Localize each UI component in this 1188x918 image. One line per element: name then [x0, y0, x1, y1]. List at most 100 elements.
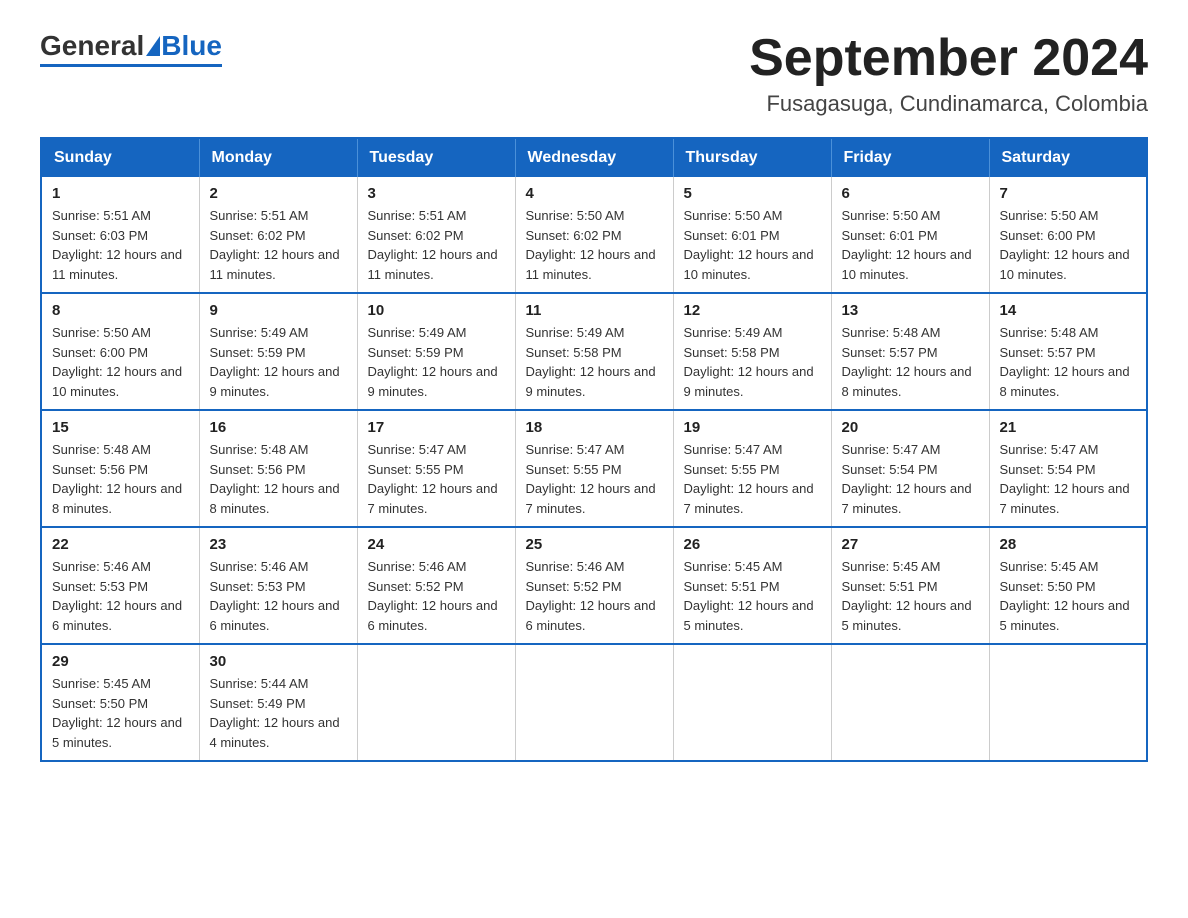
calendar-day-cell: 3 Sunrise: 5:51 AM Sunset: 6:02 PM Dayli… — [357, 177, 515, 293]
calendar-header-row: SundayMondayTuesdayWednesdayThursdayFrid… — [41, 138, 1147, 177]
calendar-week-row: 15 Sunrise: 5:48 AM Sunset: 5:56 PM Dayl… — [41, 410, 1147, 527]
calendar-header-sunday: Sunday — [41, 138, 199, 177]
day-number: 29 — [52, 653, 189, 670]
calendar-day-cell: 13 Sunrise: 5:48 AM Sunset: 5:57 PM Dayl… — [831, 293, 989, 410]
calendar-table: SundayMondayTuesdayWednesdayThursdayFrid… — [40, 137, 1148, 762]
calendar-week-row: 22 Sunrise: 5:46 AM Sunset: 5:53 PM Dayl… — [41, 527, 1147, 644]
calendar-day-cell: 25 Sunrise: 5:46 AM Sunset: 5:52 PM Dayl… — [515, 527, 673, 644]
calendar-header-thursday: Thursday — [673, 138, 831, 177]
day-number: 9 — [210, 302, 347, 319]
day-info: Sunrise: 5:51 AM Sunset: 6:02 PM Dayligh… — [368, 206, 505, 284]
title-area: September 2024 Fusagasuga, Cundinamarca,… — [749, 30, 1148, 117]
logo-triangle-icon — [146, 36, 160, 56]
day-info: Sunrise: 5:50 AM Sunset: 6:00 PM Dayligh… — [1000, 206, 1137, 284]
calendar-day-cell: 8 Sunrise: 5:50 AM Sunset: 6:00 PM Dayli… — [41, 293, 199, 410]
calendar-day-cell: 2 Sunrise: 5:51 AM Sunset: 6:02 PM Dayli… — [199, 177, 357, 293]
logo-blue: Blue — [161, 30, 222, 62]
calendar-header-saturday: Saturday — [989, 138, 1147, 177]
day-number: 3 — [368, 185, 505, 202]
day-info: Sunrise: 5:50 AM Sunset: 6:01 PM Dayligh… — [684, 206, 821, 284]
calendar-day-cell — [989, 644, 1147, 761]
day-number: 24 — [368, 536, 505, 553]
day-info: Sunrise: 5:50 AM Sunset: 6:02 PM Dayligh… — [526, 206, 663, 284]
calendar-day-cell: 21 Sunrise: 5:47 AM Sunset: 5:54 PM Dayl… — [989, 410, 1147, 527]
calendar-day-cell: 6 Sunrise: 5:50 AM Sunset: 6:01 PM Dayli… — [831, 177, 989, 293]
day-info: Sunrise: 5:51 AM Sunset: 6:02 PM Dayligh… — [210, 206, 347, 284]
day-info: Sunrise: 5:48 AM Sunset: 5:56 PM Dayligh… — [210, 440, 347, 518]
day-info: Sunrise: 5:47 AM Sunset: 5:54 PM Dayligh… — [1000, 440, 1137, 518]
calendar-day-cell: 4 Sunrise: 5:50 AM Sunset: 6:02 PM Dayli… — [515, 177, 673, 293]
day-info: Sunrise: 5:50 AM Sunset: 6:00 PM Dayligh… — [52, 323, 189, 401]
calendar-day-cell: 20 Sunrise: 5:47 AM Sunset: 5:54 PM Dayl… — [831, 410, 989, 527]
calendar-week-row: 29 Sunrise: 5:45 AM Sunset: 5:50 PM Dayl… — [41, 644, 1147, 761]
logo-general: General — [40, 30, 144, 62]
day-info: Sunrise: 5:47 AM Sunset: 5:55 PM Dayligh… — [684, 440, 821, 518]
calendar-day-cell: 14 Sunrise: 5:48 AM Sunset: 5:57 PM Dayl… — [989, 293, 1147, 410]
day-info: Sunrise: 5:49 AM Sunset: 5:58 PM Dayligh… — [684, 323, 821, 401]
calendar-day-cell: 10 Sunrise: 5:49 AM Sunset: 5:59 PM Dayl… — [357, 293, 515, 410]
day-number: 30 — [210, 653, 347, 670]
day-info: Sunrise: 5:51 AM Sunset: 6:03 PM Dayligh… — [52, 206, 189, 284]
day-info: Sunrise: 5:46 AM Sunset: 5:52 PM Dayligh… — [368, 557, 505, 635]
day-info: Sunrise: 5:49 AM Sunset: 5:59 PM Dayligh… — [210, 323, 347, 401]
day-info: Sunrise: 5:46 AM Sunset: 5:53 PM Dayligh… — [210, 557, 347, 635]
day-info: Sunrise: 5:46 AM Sunset: 5:52 PM Dayligh… — [526, 557, 663, 635]
day-info: Sunrise: 5:48 AM Sunset: 5:57 PM Dayligh… — [1000, 323, 1137, 401]
calendar-header-tuesday: Tuesday — [357, 138, 515, 177]
calendar-day-cell: 27 Sunrise: 5:45 AM Sunset: 5:51 PM Dayl… — [831, 527, 989, 644]
day-number: 14 — [1000, 302, 1137, 319]
day-number: 10 — [368, 302, 505, 319]
day-info: Sunrise: 5:47 AM Sunset: 5:55 PM Dayligh… — [526, 440, 663, 518]
logo-text: General Blue — [40, 30, 222, 62]
day-number: 13 — [842, 302, 979, 319]
day-number: 11 — [526, 302, 663, 319]
main-title: September 2024 — [749, 30, 1148, 87]
logo: General Blue — [40, 30, 222, 67]
day-info: Sunrise: 5:50 AM Sunset: 6:01 PM Dayligh… — [842, 206, 979, 284]
calendar-day-cell: 29 Sunrise: 5:45 AM Sunset: 5:50 PM Dayl… — [41, 644, 199, 761]
day-info: Sunrise: 5:44 AM Sunset: 5:49 PM Dayligh… — [210, 674, 347, 752]
calendar-day-cell: 18 Sunrise: 5:47 AM Sunset: 5:55 PM Dayl… — [515, 410, 673, 527]
day-info: Sunrise: 5:45 AM Sunset: 5:51 PM Dayligh… — [684, 557, 821, 635]
day-number: 27 — [842, 536, 979, 553]
calendar-day-cell: 22 Sunrise: 5:46 AM Sunset: 5:53 PM Dayl… — [41, 527, 199, 644]
subtitle: Fusagasuga, Cundinamarca, Colombia — [749, 91, 1148, 117]
day-number: 23 — [210, 536, 347, 553]
day-number: 2 — [210, 185, 347, 202]
calendar-day-cell: 26 Sunrise: 5:45 AM Sunset: 5:51 PM Dayl… — [673, 527, 831, 644]
calendar-day-cell: 16 Sunrise: 5:48 AM Sunset: 5:56 PM Dayl… — [199, 410, 357, 527]
calendar-day-cell: 9 Sunrise: 5:49 AM Sunset: 5:59 PM Dayli… — [199, 293, 357, 410]
day-info: Sunrise: 5:48 AM Sunset: 5:56 PM Dayligh… — [52, 440, 189, 518]
day-number: 26 — [684, 536, 821, 553]
day-number: 6 — [842, 185, 979, 202]
calendar-day-cell: 11 Sunrise: 5:49 AM Sunset: 5:58 PM Dayl… — [515, 293, 673, 410]
day-number: 21 — [1000, 419, 1137, 436]
calendar-header-friday: Friday — [831, 138, 989, 177]
day-info: Sunrise: 5:49 AM Sunset: 5:59 PM Dayligh… — [368, 323, 505, 401]
calendar-day-cell — [515, 644, 673, 761]
day-number: 12 — [684, 302, 821, 319]
day-info: Sunrise: 5:45 AM Sunset: 5:50 PM Dayligh… — [52, 674, 189, 752]
header: General Blue September 2024 Fusagasuga, … — [40, 30, 1148, 117]
calendar-day-cell: 24 Sunrise: 5:46 AM Sunset: 5:52 PM Dayl… — [357, 527, 515, 644]
day-number: 7 — [1000, 185, 1137, 202]
calendar-day-cell: 7 Sunrise: 5:50 AM Sunset: 6:00 PM Dayli… — [989, 177, 1147, 293]
calendar-day-cell: 1 Sunrise: 5:51 AM Sunset: 6:03 PM Dayli… — [41, 177, 199, 293]
calendar-header-monday: Monday — [199, 138, 357, 177]
day-number: 8 — [52, 302, 189, 319]
day-number: 20 — [842, 419, 979, 436]
calendar-day-cell: 17 Sunrise: 5:47 AM Sunset: 5:55 PM Dayl… — [357, 410, 515, 527]
calendar-day-cell — [673, 644, 831, 761]
calendar-day-cell: 5 Sunrise: 5:50 AM Sunset: 6:01 PM Dayli… — [673, 177, 831, 293]
day-number: 17 — [368, 419, 505, 436]
calendar-week-row: 1 Sunrise: 5:51 AM Sunset: 6:03 PM Dayli… — [41, 177, 1147, 293]
logo-underline — [40, 64, 222, 67]
day-number: 5 — [684, 185, 821, 202]
day-info: Sunrise: 5:45 AM Sunset: 5:51 PM Dayligh… — [842, 557, 979, 635]
day-number: 15 — [52, 419, 189, 436]
day-info: Sunrise: 5:45 AM Sunset: 5:50 PM Dayligh… — [1000, 557, 1137, 635]
calendar-week-row: 8 Sunrise: 5:50 AM Sunset: 6:00 PM Dayli… — [41, 293, 1147, 410]
day-info: Sunrise: 5:47 AM Sunset: 5:54 PM Dayligh… — [842, 440, 979, 518]
day-number: 22 — [52, 536, 189, 553]
calendar-day-cell — [357, 644, 515, 761]
